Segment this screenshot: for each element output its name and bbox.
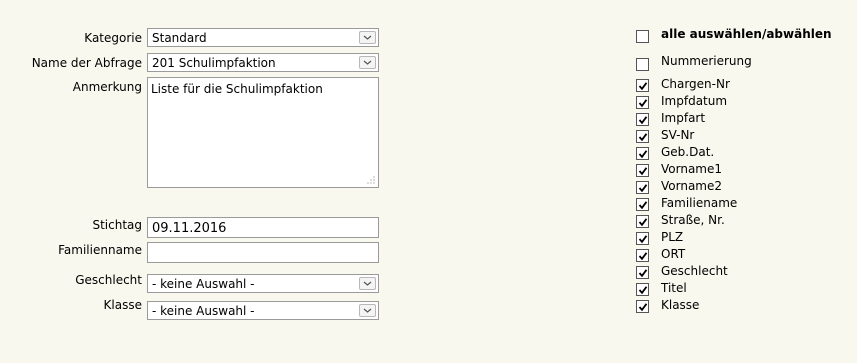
klasse-value: - keine Auswahl - xyxy=(152,304,255,318)
column-checkbox[interactable] xyxy=(636,113,649,126)
chevron-down-icon[interactable] xyxy=(359,56,376,69)
checkmark-icon xyxy=(638,150,648,159)
column-checkbox-label: Klasse xyxy=(661,298,700,312)
checkmark-icon xyxy=(638,235,648,244)
checkmark-icon xyxy=(638,201,648,210)
klasse-select[interactable]: - keine Auswahl - xyxy=(147,301,379,320)
select-all-checkbox[interactable] xyxy=(636,30,649,43)
column-checkbox[interactable] xyxy=(636,266,649,279)
abfrage-select[interactable]: 201 Schulimpfaktion xyxy=(147,53,379,72)
column-checkbox[interactable] xyxy=(636,96,649,109)
geschlecht-value: - keine Auswahl - xyxy=(152,277,255,291)
column-checkbox[interactable] xyxy=(636,300,649,313)
column-checkbox[interactable] xyxy=(636,164,649,177)
column-checkbox[interactable] xyxy=(636,283,649,296)
column-checkbox-label: Geschlecht xyxy=(661,264,728,278)
checkmark-icon xyxy=(638,82,648,91)
column-checkbox[interactable] xyxy=(636,232,649,245)
column-checkbox[interactable] xyxy=(636,198,649,211)
anmerkung-value: Liste für die Schulimpfaktion xyxy=(151,82,323,96)
checkmark-icon xyxy=(638,99,648,108)
column-checkbox-label: Chargen-Nr xyxy=(661,77,730,91)
column-checkbox[interactable] xyxy=(636,215,649,228)
geschlecht-label: Geschlecht xyxy=(75,273,142,287)
anmerkung-textarea[interactable]: Liste für die Schulimpfaktion xyxy=(147,77,379,188)
column-checkbox[interactable] xyxy=(636,79,649,92)
geschlecht-select[interactable]: - keine Auswahl - xyxy=(147,274,379,293)
checkmark-icon xyxy=(638,133,648,142)
column-checkbox[interactable] xyxy=(636,147,649,160)
column-checkbox-label: Impfdatum xyxy=(661,94,728,108)
column-checkbox-label: Vorname1 xyxy=(661,162,723,176)
anmerkung-label: Anmerkung xyxy=(72,80,142,94)
kategorie-select[interactable]: Standard xyxy=(147,28,379,47)
column-checkbox[interactable] xyxy=(636,249,649,262)
select-all-label: alle auswählen/abwählen xyxy=(661,27,832,41)
column-checkbox[interactable] xyxy=(636,58,649,71)
column-checkbox-label: Vorname2 xyxy=(661,179,723,193)
abfrage-value: 201 Schulimpfaktion xyxy=(152,56,276,70)
klasse-label: Klasse xyxy=(103,298,142,312)
column-checkbox-label: PLZ xyxy=(661,230,684,244)
checkmark-icon xyxy=(638,303,648,312)
resize-grip-icon[interactable] xyxy=(367,176,375,184)
column-checkbox-label: Titel xyxy=(661,281,687,295)
checkmark-icon xyxy=(638,269,648,278)
column-checkbox-label: Familiename xyxy=(661,196,738,210)
checkmark-icon xyxy=(638,252,648,261)
checkmark-icon xyxy=(638,184,648,193)
column-checkbox[interactable] xyxy=(636,130,649,143)
chevron-down-icon[interactable] xyxy=(359,304,376,317)
column-checkbox-label: Nummerierung xyxy=(661,54,752,68)
checkmark-icon xyxy=(638,116,648,125)
familienname-input[interactable] xyxy=(147,242,379,263)
column-checkbox-label: SV-Nr xyxy=(661,128,695,142)
stichtag-input[interactable]: 09.11.2016 xyxy=(147,217,379,238)
abfrage-label: Name der Abfrage xyxy=(31,56,142,70)
checkmark-icon xyxy=(638,218,648,227)
column-checkbox-label: Impfart xyxy=(661,111,706,125)
column-checkbox-label: Straße, Nr. xyxy=(661,213,725,227)
kategorie-label: Kategorie xyxy=(84,31,142,45)
kategorie-value: Standard xyxy=(152,31,207,45)
stichtag-label: Stichtag xyxy=(92,218,142,232)
column-checkbox-label: Geb.Dat. xyxy=(661,145,715,159)
checkmark-icon xyxy=(638,286,648,295)
stichtag-value: 09.11.2016 xyxy=(152,221,227,236)
column-checkbox-label: ORT xyxy=(661,247,686,261)
checkmark-icon xyxy=(638,167,648,176)
chevron-down-icon[interactable] xyxy=(359,31,376,44)
familienname-label: Familienname xyxy=(58,243,142,257)
chevron-down-icon[interactable] xyxy=(359,277,376,290)
column-checkbox[interactable] xyxy=(636,181,649,194)
